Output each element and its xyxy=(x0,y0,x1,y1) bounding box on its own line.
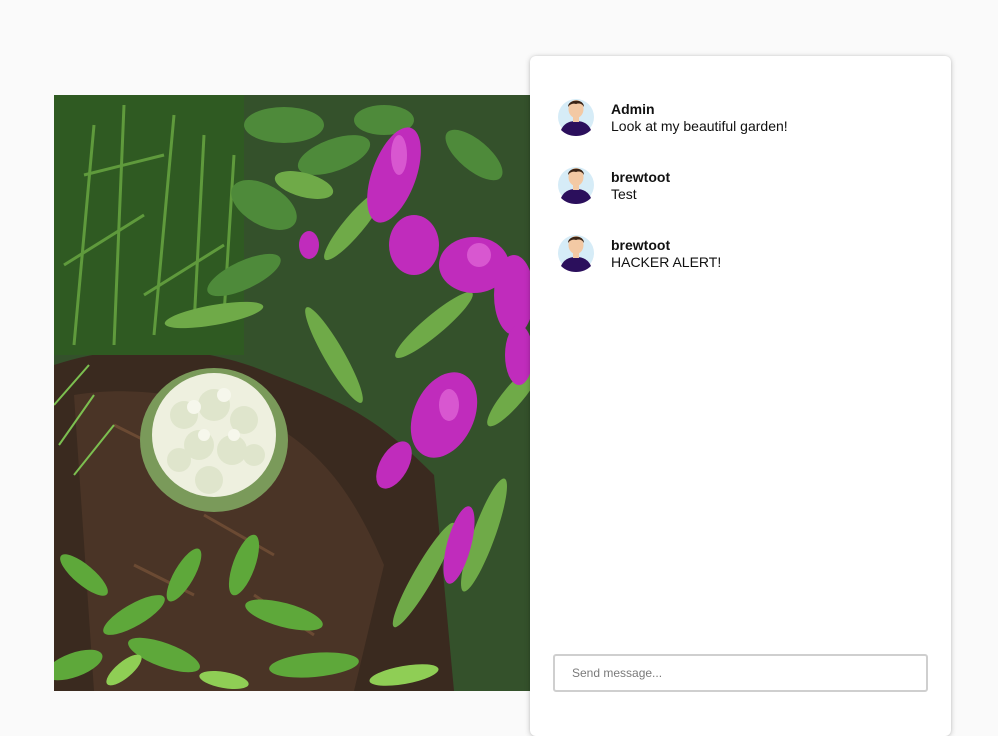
comment-username: Admin xyxy=(611,101,655,117)
user-avatar-icon xyxy=(558,167,594,204)
comment-username: brewtoot xyxy=(611,169,671,185)
comment-message: Look at my beautiful garden! xyxy=(611,118,788,134)
comment-message: Test xyxy=(611,186,637,202)
comment-item: brewtoot Test xyxy=(558,164,670,204)
post-photo xyxy=(54,95,531,691)
comment-item: Admin Look at my beautiful garden! xyxy=(558,96,788,136)
comment-username: brewtoot xyxy=(611,237,671,253)
message-input-container xyxy=(553,654,928,692)
user-avatar-icon xyxy=(558,235,594,272)
user-avatar-icon xyxy=(558,99,594,136)
comment-message: HACKER ALERT! xyxy=(611,254,722,270)
send-message-input[interactable] xyxy=(555,656,926,690)
comments-panel: Admin Look at my beautiful garden! brewt… xyxy=(530,56,951,736)
comment-item: brewtoot HACKER ALERT! xyxy=(558,232,721,272)
